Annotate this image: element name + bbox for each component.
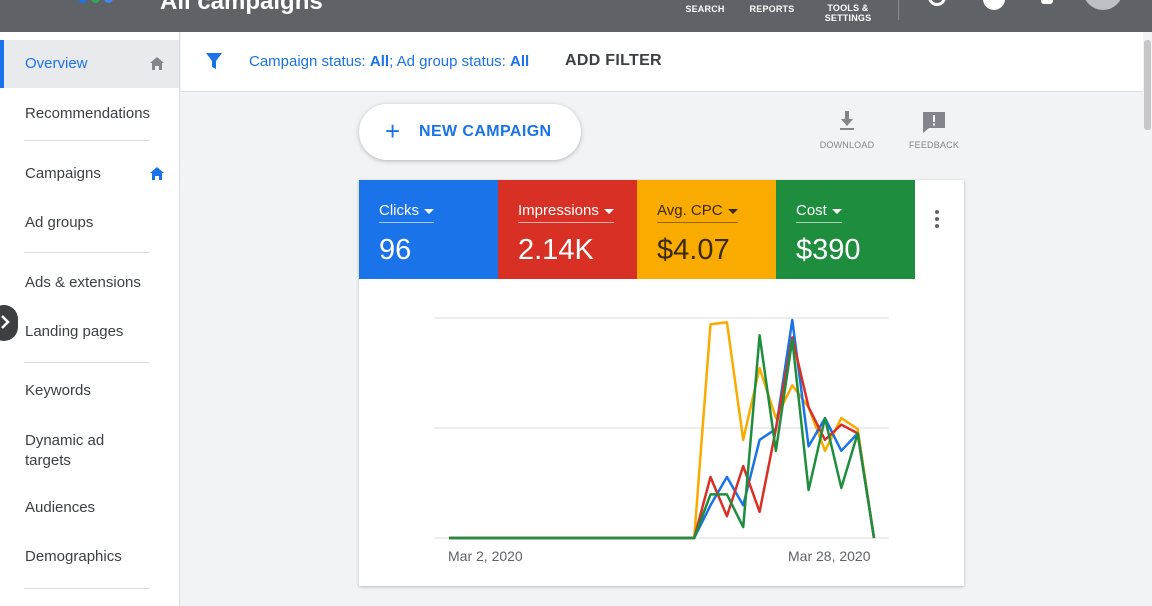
home-icon (150, 167, 164, 180)
line-chart (434, 317, 889, 540)
adgroup-status-label: Ad group status: (396, 53, 506, 70)
help-icon[interactable] (983, 0, 1005, 10)
caret-down-icon (424, 208, 434, 214)
caret-down-icon (831, 208, 842, 214)
metric-selector[interactable]: Avg. CPC (657, 202, 738, 223)
scorecard-impressions[interactable]: Impressions 2.14K (498, 180, 637, 279)
feedback-icon (923, 112, 945, 133)
new-campaign-label: NEW CAMPAIGN (419, 123, 552, 140)
metric-name: Cost (796, 202, 827, 219)
sidebar-item-recommendations[interactable]: Recommendations (0, 104, 179, 124)
metric-value: $4.07 (657, 234, 730, 266)
sidebar-item-overview[interactable]: Overview (0, 40, 179, 88)
sidebar-item-label: Landing pages (25, 323, 124, 340)
refresh-icon[interactable] (928, 0, 946, 6)
home-icon (150, 57, 164, 70)
left-navigation: Overview Recommendations Campaigns Ad gr… (0, 32, 180, 606)
search-button[interactable]: SEARCH (682, 4, 728, 14)
campaign-status-value: All (369, 53, 390, 70)
caret-down-icon (727, 208, 738, 214)
logo-dot (104, 0, 113, 3)
sidebar-item-label: Demographics (25, 548, 122, 565)
sidebar-item-ads-extensions[interactable]: Ads & extensions (0, 273, 179, 293)
feedback-button[interactable]: FEEDBACK (903, 110, 965, 150)
metric-selector[interactable]: Clicks (379, 202, 434, 223)
sidebar-item-label: Recommendations (25, 105, 151, 122)
metric-name: Avg. CPC (657, 202, 723, 219)
reports-label: REPORTS (749, 4, 795, 14)
scrollbar-thumb[interactable] (1144, 40, 1151, 130)
nav-divider (24, 362, 150, 363)
add-filter-button[interactable]: ADD FILTER (565, 52, 662, 70)
sidebar-item-label: Dynamic ad targets (25, 432, 105, 469)
campaign-status-label: Campaign status: (249, 53, 366, 70)
header-divider (898, 0, 899, 20)
dot (935, 224, 939, 228)
scorecard-avg-cpc[interactable]: Avg. CPC $4.07 (637, 180, 776, 279)
filter-icon[interactable] (205, 52, 223, 70)
page-title: All campaigns (160, 0, 323, 15)
filter-separator: ; (389, 53, 394, 70)
download-button[interactable]: DOWNLOAD (815, 110, 879, 150)
sidebar-item-campaigns[interactable]: Campaigns (0, 164, 179, 184)
reports-button[interactable]: REPORTS (746, 4, 798, 14)
adgroup-status-value: All (510, 53, 530, 70)
feedback-label: FEEDBACK (908, 140, 960, 150)
performance-card: Clicks 96 Impressions 2.14K Avg. CPC $4.… (359, 180, 964, 586)
sidebar-item-label: Ad groups (25, 214, 94, 231)
sidebar-item-landing-pages[interactable]: Landing pages (0, 322, 179, 342)
logo-dot (91, 0, 100, 3)
download-icon (840, 111, 854, 130)
sidebar-item-demographics[interactable]: Demographics (0, 547, 179, 567)
sidebar-item-audiences[interactable]: Audiences (0, 498, 179, 518)
series-line-impressions (449, 336, 876, 540)
metric-selector[interactable]: Impressions (518, 202, 614, 223)
sidebar-item-label: Campaigns (25, 165, 101, 182)
more-vert-icon[interactable] (931, 208, 943, 232)
caret-down-icon (603, 208, 614, 214)
sidebar-item-ad-groups[interactable]: Ad groups (0, 213, 179, 233)
tools-settings-label: TOOLS & SETTINGS (824, 3, 872, 23)
sidebar-item-keywords[interactable]: Keywords (0, 381, 179, 401)
nav-divider (24, 140, 150, 141)
new-campaign-button[interactable]: + NEW CAMPAIGN (359, 104, 581, 160)
sidebar-item-label: Ads & extensions (25, 274, 141, 291)
metric-name: Impressions (518, 202, 599, 219)
chevron-right-icon (1, 315, 10, 329)
series-line-cost (449, 334, 876, 540)
series-line-clicks (449, 318, 876, 540)
metric-value: 2.14K (518, 234, 594, 266)
metric-name: Clicks (379, 202, 419, 219)
nav-divider (24, 252, 150, 253)
search-label: SEARCH (685, 4, 725, 14)
scorecard-clicks[interactable]: Clicks 96 (359, 180, 498, 279)
sidebar-item-label: Keywords (25, 382, 91, 399)
x-axis-start-label: Mar 2, 2020 (448, 548, 523, 564)
top-app-bar: All campaigns SEARCH REPORTS TOOLS & SET… (0, 0, 1152, 32)
sidebar-item-label: Audiences (25, 499, 96, 516)
scorecard-cost[interactable]: Cost $390 (776, 180, 915, 279)
sidebar-item-dynamic-ad-targets[interactable]: Dynamic ad targets (0, 431, 120, 471)
google-ads-logo[interactable] (78, 0, 118, 6)
dot (935, 217, 939, 221)
dot (935, 210, 939, 214)
metric-value: $390 (796, 234, 861, 266)
account-avatar[interactable] (1083, 0, 1123, 10)
active-filters[interactable]: Campaign status: All; Ad group status: A… (249, 53, 529, 70)
nav-divider (24, 588, 150, 589)
filter-bar: Campaign status: All; Ad group status: A… (181, 32, 1143, 92)
series-line-avg-cpc (449, 320, 876, 540)
download-label: DOWNLOAD (819, 140, 875, 150)
plus-icon: + (385, 116, 401, 146)
tools-settings-button[interactable]: TOOLS & SETTINGS (820, 3, 876, 23)
notifications-icon[interactable] (1041, 0, 1053, 4)
metric-selector[interactable]: Cost (796, 202, 842, 223)
logo-dot (78, 0, 87, 3)
x-axis-end-label: Mar 28, 2020 (788, 548, 871, 564)
metric-value: 96 (379, 234, 412, 266)
sidebar-item-label: Overview (25, 55, 88, 72)
